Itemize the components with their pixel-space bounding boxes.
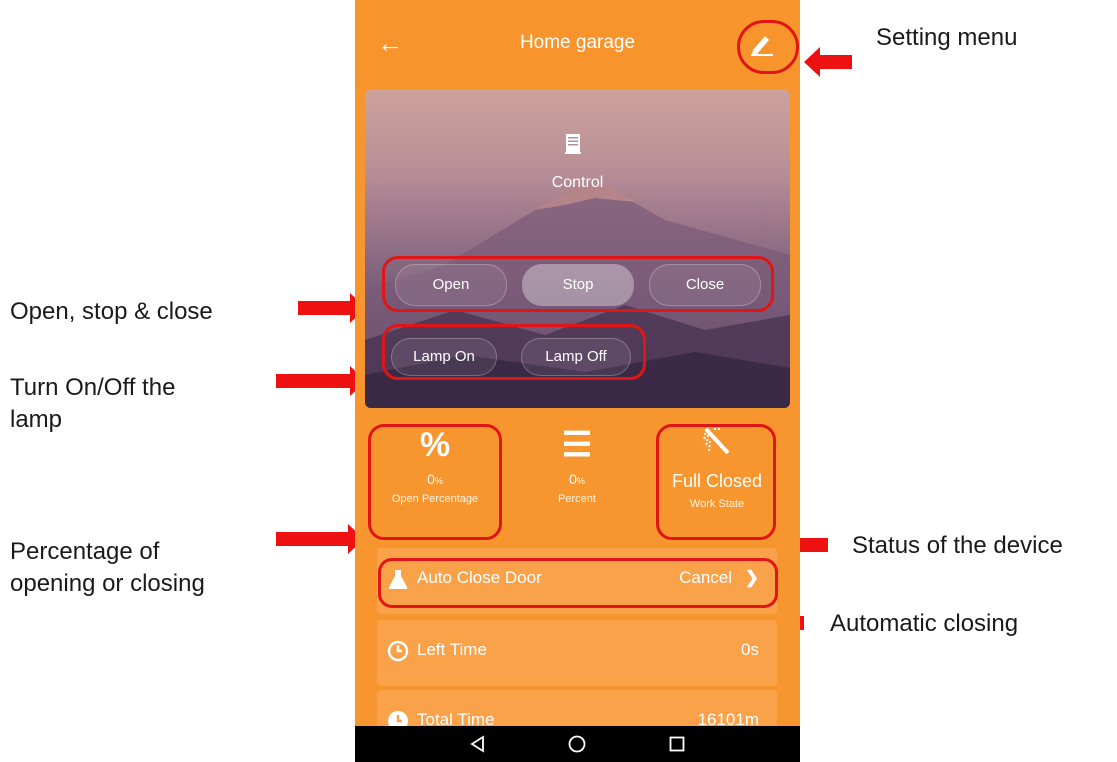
arrow-lamp — [276, 366, 366, 396]
arrow-open-stop-close — [298, 293, 366, 323]
garage-door-icon — [565, 134, 581, 154]
nav-recents-icon[interactable] — [667, 734, 687, 754]
arrow-setting-menu — [804, 47, 852, 77]
highlight-open-stop-close — [382, 256, 774, 312]
annotation-percentage-line1: Percentage of — [10, 538, 160, 565]
annotation-lamp: Turn On/Off the lamp — [10, 372, 175, 436]
clock-icon — [387, 640, 409, 662]
annotation-status: Status of the device — [852, 532, 1063, 559]
stat-value: 0% — [569, 471, 585, 487]
nav-back-icon[interactable] — [468, 734, 488, 754]
annotation-auto-closing: Automatic closing — [830, 610, 1019, 637]
stat-percent: ☰ 0% Percent — [512, 425, 642, 540]
annotation-lamp-line2: lamp — [10, 406, 63, 433]
annotation-lamp-line1: Turn On/Off the — [10, 374, 176, 401]
menu-lines-icon: ☰ — [561, 426, 593, 464]
highlight-auto-close — [378, 558, 778, 608]
control-label: Control — [551, 174, 604, 191]
highlight-lamp — [382, 324, 646, 380]
arrow-percentage — [276, 524, 364, 554]
top-bar: ← Home garage — [355, 0, 800, 88]
annotation-setting-menu: Setting menu — [876, 24, 1018, 51]
annotation-open-stop-close: Open, stop & close — [10, 298, 213, 325]
annotation-percentage: Percentage of opening or closing — [10, 536, 205, 600]
nav-home-icon[interactable] — [567, 734, 587, 754]
highlight-setting-menu — [737, 20, 799, 74]
highlight-work-state — [656, 424, 776, 540]
row-value: 0s — [741, 640, 759, 659]
row-label: Left Time — [417, 640, 487, 659]
annotation-percentage-line2: opening or closing — [10, 570, 205, 597]
highlight-open-percentage — [368, 424, 502, 540]
android-nav-bar — [355, 726, 800, 762]
left-time-row: Left Time 0s — [377, 620, 777, 686]
phone-screen: ← Home garage Control Open Stop Close La… — [355, 0, 800, 762]
stat-label: Percent — [558, 493, 596, 505]
page-title: Home garage — [519, 32, 636, 53]
